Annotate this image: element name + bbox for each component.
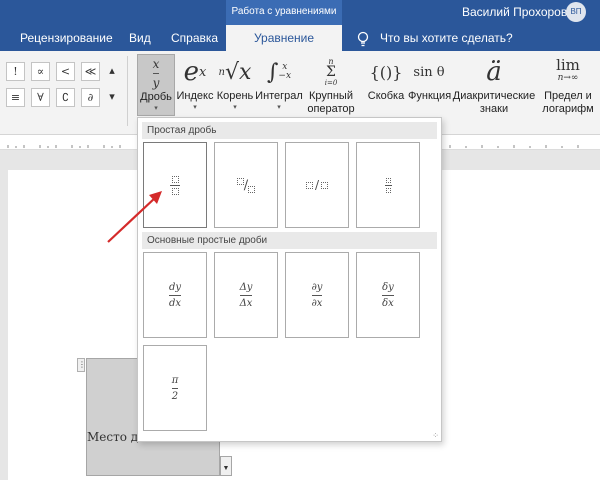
accent-label-1: Диакритические bbox=[452, 90, 536, 102]
sum-icon: n Σi=0 bbox=[324, 56, 338, 87]
symbol-much-less-button[interactable]: ≪ bbox=[81, 62, 100, 81]
symbol-for-all-button[interactable]: ∀ bbox=[31, 88, 50, 107]
tab-help[interactable]: Справка bbox=[171, 25, 218, 51]
function-label: Функция bbox=[408, 90, 452, 102]
integral-label: Интеграл bbox=[255, 90, 303, 102]
resize-grip-icon[interactable]: ⁘ bbox=[432, 431, 439, 440]
accent-label-2: знаки bbox=[479, 103, 509, 115]
fraction-label: Дробь bbox=[140, 91, 172, 103]
ribbon-tabs: Рецензирование Вид Справка Уравнение Что… bbox=[0, 25, 600, 51]
large-operator-label-2: оператор bbox=[307, 103, 355, 115]
fraction-icon: xy bbox=[152, 56, 160, 90]
limit-icon: lim n→∞ bbox=[556, 56, 580, 84]
fraction-delta-y-delta-x-tile[interactable]: Δy Δx bbox=[214, 252, 278, 338]
bracket-icon: {()} bbox=[369, 62, 403, 82]
script-label: Индекс bbox=[176, 90, 214, 102]
radical-label: Корень bbox=[216, 90, 254, 102]
horizontal-ruler bbox=[0, 136, 140, 150]
large-operator-label-1: Крупный bbox=[309, 90, 353, 102]
ribbon-group-separator bbox=[127, 56, 128, 126]
symbol-identical-button[interactable]: ≡ bbox=[6, 88, 25, 107]
fraction-small-delta-tile[interactable]: δy δx bbox=[356, 252, 420, 338]
tell-me-search[interactable]: Что вы хотите сделать? bbox=[380, 25, 513, 52]
title-bar: Работа с уравнениями Василий Прохоров ВП bbox=[0, 0, 600, 25]
fraction-pi-over-2-tile[interactable]: π2 bbox=[143, 345, 207, 431]
function-icon: sin θ bbox=[413, 64, 445, 80]
symbol-less-than-button[interactable]: < bbox=[56, 62, 75, 81]
accent-button[interactable]: ä Диакритические знаки bbox=[452, 54, 536, 116]
equation-options-dropdown[interactable]: ▼ bbox=[220, 456, 232, 476]
radical-button[interactable]: n √x Корень ▾ bbox=[215, 54, 255, 112]
integral-button[interactable]: ∫ x −x Интеграл ▾ bbox=[255, 54, 303, 112]
horizontal-ruler-right bbox=[440, 136, 600, 150]
symbol-complement-button[interactable]: ∁ bbox=[56, 88, 75, 107]
section-simple-fraction: Простая дробь bbox=[142, 122, 437, 139]
lightbulb-icon bbox=[357, 31, 369, 47]
symbol-factorial-button[interactable]: ! bbox=[6, 62, 25, 81]
fraction-partial-y-partial-x-tile[interactable]: ∂y ∂x bbox=[285, 252, 349, 338]
user-name[interactable]: Василий Прохоров bbox=[462, 5, 567, 19]
symbols-scroll-up-icon[interactable]: ▴ bbox=[106, 62, 118, 81]
fraction-stacked-tile[interactable] bbox=[143, 142, 207, 228]
tab-review[interactable]: Рецензирование bbox=[20, 25, 113, 51]
equation-move-handle[interactable]: ⋮ bbox=[77, 358, 86, 372]
chevron-down-icon: ▾ bbox=[233, 104, 237, 111]
chevron-down-icon: ▾ bbox=[154, 105, 158, 112]
symbols-more-icon[interactable]: ▾ bbox=[106, 88, 118, 107]
chevron-down-icon: ▾ bbox=[277, 104, 281, 111]
symbol-partial-button[interactable]: ∂ bbox=[81, 88, 100, 107]
section-common-fractions: Основные простые дроби bbox=[142, 232, 437, 249]
ruler-ticks bbox=[7, 145, 121, 148]
fraction-linear-tile[interactable]: / bbox=[285, 142, 349, 228]
bracket-label: Скобка bbox=[367, 90, 405, 102]
limit-log-button[interactable]: lim n→∞ Предел и логарифм bbox=[538, 54, 598, 116]
fraction-gallery: Простая дробь / / Основные простые дроби… bbox=[137, 117, 442, 442]
context-tab-equation-tools: Работа с уравнениями bbox=[226, 0, 342, 25]
superscript-icon: ex bbox=[183, 57, 207, 87]
symbol-proportional-button[interactable]: ∝ bbox=[31, 62, 50, 81]
ruler-ticks-right bbox=[449, 145, 579, 148]
script-button[interactable]: ex Индекс ▾ bbox=[176, 54, 214, 111]
tab-equation[interactable]: Уравнение bbox=[226, 25, 342, 51]
avatar[interactable]: ВП bbox=[566, 2, 586, 22]
chevron-down-icon: ▾ bbox=[193, 104, 197, 111]
tab-view[interactable]: Вид bbox=[129, 25, 151, 51]
large-operator-button[interactable]: n Σi=0 Крупный оператор bbox=[306, 54, 356, 116]
fraction-small-tile[interactable] bbox=[356, 142, 420, 228]
accent-icon: ä bbox=[486, 57, 502, 87]
limit-label-2: логарифм bbox=[542, 103, 594, 115]
fraction-skewed-tile[interactable]: / bbox=[214, 142, 278, 228]
fraction-button[interactable]: xy Дробь ▾ bbox=[137, 54, 175, 116]
limit-label-1: Предел и bbox=[544, 90, 592, 102]
bracket-button[interactable]: {()} Скобка bbox=[364, 54, 408, 103]
fraction-dy-dx-tile[interactable]: dy dx bbox=[143, 252, 207, 338]
integral-icon: ∫ x −x bbox=[266, 59, 292, 85]
function-button[interactable]: sin θ Функция bbox=[408, 54, 452, 103]
radical-icon: n √x bbox=[218, 59, 252, 85]
